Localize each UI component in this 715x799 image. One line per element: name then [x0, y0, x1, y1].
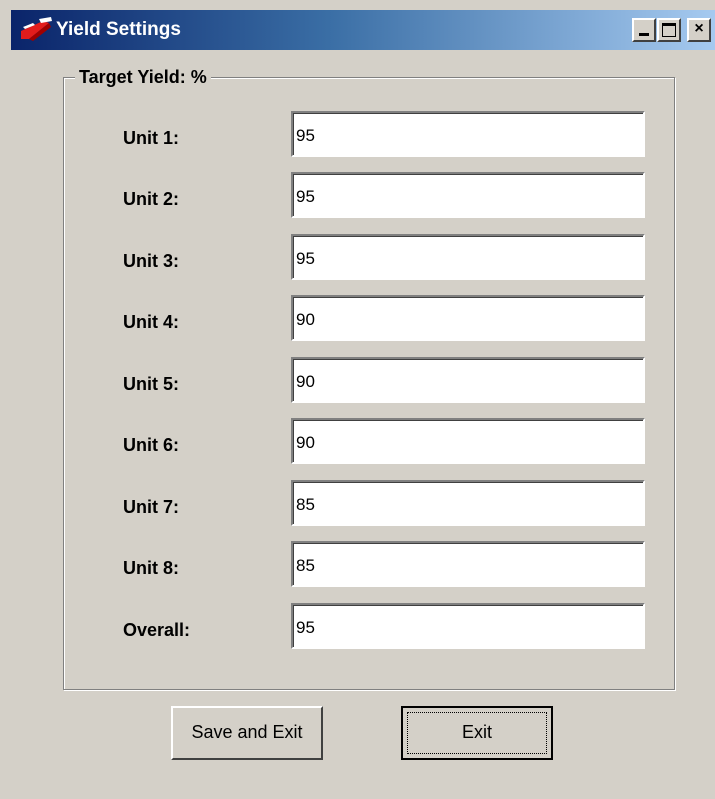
minimize-icon [639, 33, 649, 36]
unit-6-label: Unit 6: [123, 435, 179, 455]
unit-3-label: Unit 3: [123, 251, 179, 271]
window-title: Yield Settings [56, 19, 181, 40]
unit-2-label: Unit 2: [123, 189, 179, 209]
unit-4-input[interactable] [291, 295, 645, 341]
maximize-icon [662, 23, 676, 37]
overall-input[interactable] [291, 603, 645, 649]
unit-1-label: Unit 1: [123, 128, 179, 148]
unit-8-input[interactable] [291, 541, 645, 587]
app-logo-icon [21, 17, 52, 41]
unit-5-input[interactable] [291, 357, 645, 403]
close-icon: × [694, 20, 704, 37]
unit-6-input[interactable] [291, 418, 645, 464]
exit-button[interactable]: Exit [401, 706, 553, 760]
group-label: Target Yield: % [75, 67, 211, 88]
unit-7-input[interactable] [291, 480, 645, 526]
unit-4-label: Unit 4: [123, 312, 179, 332]
unit-3-input[interactable] [291, 234, 645, 280]
unit-1-input[interactable] [291, 111, 645, 157]
close-button[interactable]: × [687, 18, 711, 42]
title-bar[interactable]: Yield Settings × [11, 10, 715, 50]
overall-label: Overall: [123, 620, 191, 640]
unit-8-label: Unit 8: [123, 558, 179, 578]
focus-rectangle [407, 712, 547, 754]
save-and-exit-button[interactable]: Save and Exit [171, 706, 323, 760]
minimize-button[interactable] [632, 18, 656, 42]
unit-5-label: Unit 5: [123, 374, 179, 394]
maximize-button[interactable] [657, 18, 681, 42]
unit-2-input[interactable] [291, 172, 645, 218]
unit-7-label: Unit 7: [123, 497, 179, 517]
yield-settings-window: Yield Settings × Target Yield: % Unit 1:… [0, 0, 715, 799]
